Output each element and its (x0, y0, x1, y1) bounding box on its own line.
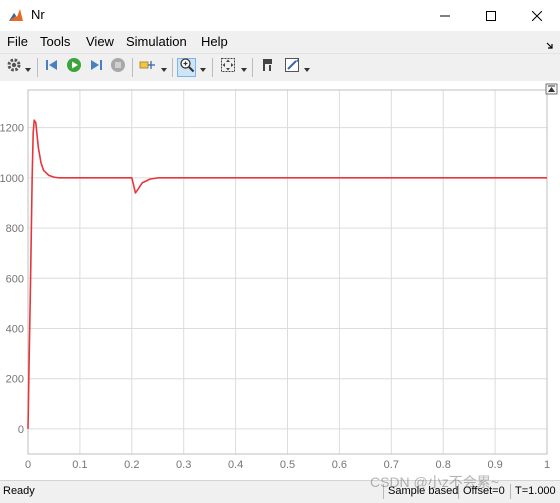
chevron-down-icon (25, 59, 31, 77)
style-icon (284, 57, 300, 78)
x-tick-label: 0.3 (176, 459, 191, 471)
highlight-button[interactable] (138, 58, 157, 77)
run-button[interactable] (64, 58, 83, 77)
x-tick-label: 0.9 (487, 459, 502, 471)
y-tick-label: 800 (6, 223, 24, 235)
step-back-button[interactable] (42, 58, 61, 77)
run-icon (66, 57, 82, 78)
y-tick-label: 600 (6, 273, 24, 285)
matlab-scope-icon (8, 7, 24, 23)
cursor-measure-button[interactable] (258, 58, 277, 77)
maximize-icon (486, 10, 496, 21)
x-tick-label: 0.4 (228, 459, 243, 471)
autoscale-dropdown[interactable] (240, 58, 248, 77)
x-tick-label: 0.6 (332, 459, 347, 471)
close-icon (532, 10, 542, 21)
menu-tools[interactable]: Tools (40, 34, 70, 49)
chevron-down-icon (161, 59, 167, 77)
zoom-in-button[interactable] (177, 58, 196, 77)
menu-bar: File Tools View Simulation Help (0, 31, 560, 53)
title-bar: Nr (0, 0, 560, 31)
legend-toggle-button[interactable] (545, 83, 558, 95)
scope-chart[interactable]: 0 0.1 0.2 0.3 0.4 0.5 0.6 0.7 0.8 0.9 1 0 200 400 600 8… (0, 81, 560, 480)
settings-dropdown[interactable] (24, 58, 32, 77)
cursor-measure-icon (260, 57, 276, 78)
settings-button[interactable] (4, 58, 23, 77)
toolbar-divider (132, 58, 133, 77)
chevron-down-icon (200, 59, 206, 77)
x-tick-label: 1 (544, 459, 550, 471)
settings-icon (6, 57, 22, 78)
stop-button[interactable] (108, 58, 127, 77)
menu-file[interactable]: File (7, 34, 28, 49)
step-forward-button[interactable] (86, 58, 105, 77)
tick-labels: 0 0.1 0.2 0.3 0.4 0.5 0.6 0.7 0.8 0.9 1 0 200 400 600 8… (0, 123, 550, 471)
highlight-icon (139, 57, 157, 78)
chevron-down-icon (241, 59, 247, 77)
highlight-dropdown[interactable] (160, 58, 168, 77)
toolbar-divider (37, 58, 38, 77)
y-tick-label: 200 (6, 374, 24, 386)
menu-simulation[interactable]: Simulation (126, 34, 187, 49)
style-dropdown[interactable] (303, 58, 311, 77)
minimize-button[interactable] (422, 0, 468, 31)
toolbar-divider (252, 58, 253, 77)
y-tick-label: 1200 (0, 123, 24, 135)
x-tick-label: 0.8 (436, 459, 451, 471)
minimize-icon (440, 11, 450, 21)
style-button[interactable] (282, 58, 301, 77)
menu-view[interactable]: View (86, 34, 114, 49)
close-button[interactable] (514, 0, 560, 31)
maximize-button[interactable] (468, 0, 514, 31)
step-back-icon (44, 57, 60, 78)
step-forward-icon (88, 57, 104, 78)
chevron-down-icon (304, 59, 310, 77)
status-ready: Ready (3, 485, 35, 497)
x-tick-label: 0.1 (72, 459, 87, 471)
y-tick-label: 0 (18, 424, 24, 436)
watermark-text: CSDN @小z不会累~ (370, 474, 499, 490)
zoom-in-icon (179, 57, 195, 78)
scope-plot-area[interactable]: 0 0.1 0.2 0.3 0.4 0.5 0.6 0.7 0.8 0.9 1 0 200 400 600 8… (0, 81, 560, 480)
zoom-dropdown[interactable] (199, 58, 207, 77)
menu-help[interactable]: Help (201, 34, 228, 49)
x-tick-label: 0.2 (124, 459, 139, 471)
x-tick-label: 0.5 (280, 459, 295, 471)
autoscale-icon (220, 57, 236, 78)
toolbar-divider (212, 58, 213, 77)
toolbar (0, 53, 560, 82)
stop-icon (110, 57, 126, 78)
window-title: Nr (31, 7, 45, 22)
x-tick-label: 0 (25, 459, 31, 471)
x-tick-label: 0.7 (384, 459, 399, 471)
grid-lines (27, 90, 548, 454)
y-tick-label: 1000 (0, 173, 24, 185)
toolbar-divider (172, 58, 173, 77)
autoscale-button[interactable] (218, 58, 237, 77)
y-tick-label: 400 (6, 323, 24, 335)
status-time: T=1.000 (510, 484, 556, 499)
